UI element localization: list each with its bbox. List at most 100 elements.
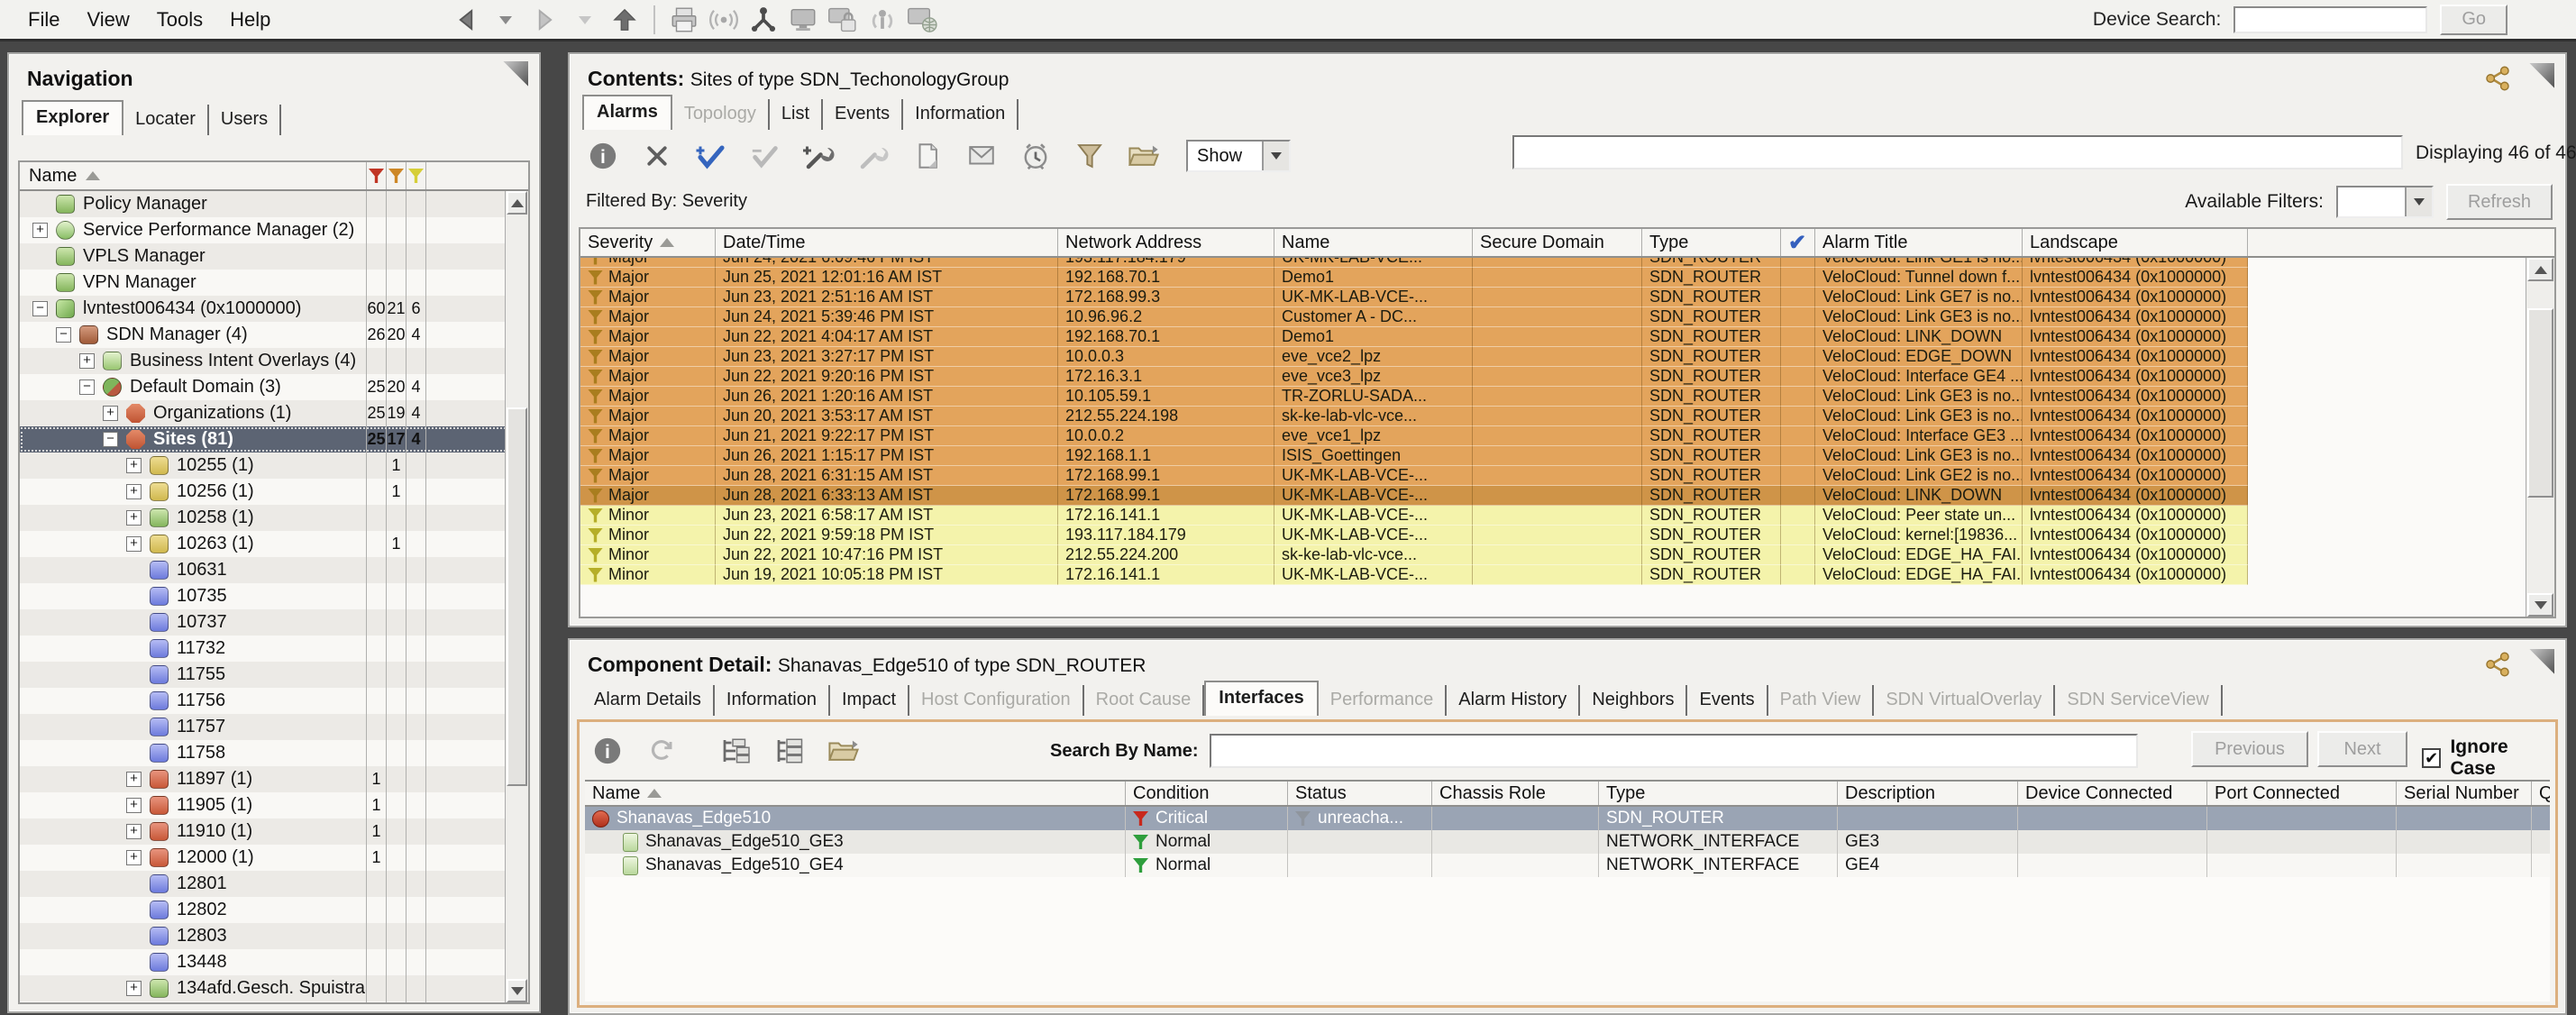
menu-tools[interactable]: Tools [143,8,216,32]
unassign-troubleshooter-icon[interactable] [854,138,892,174]
contents-tab-information[interactable]: Information [903,99,1019,130]
interface-column-header-condition[interactable]: Condition [1126,782,1288,805]
component-tab-sdn-virtualoverlay[interactable]: SDN VirtualOverlay [1874,685,2055,716]
alarm-column-header-secure-domain[interactable]: Secure Domain [1473,229,1642,256]
interface-column-header-device-connected[interactable]: Device Connected [2018,782,2207,805]
unpin-panel-icon[interactable] [2527,649,2554,676]
device-search-go-button[interactable]: Go [2440,5,2507,35]
topology-icon[interactable] [744,3,783,37]
contents-tab-events[interactable]: Events [823,99,903,130]
navigation-tab-locater[interactable]: Locater [123,105,209,135]
expand-icon[interactable]: + [126,458,142,473]
search-by-name-input[interactable] [1210,734,2138,768]
tree-item[interactable]: 11756 [20,688,528,714]
alarm-row[interactable]: MajorJun 24, 2021 6:09:46 PM IST193.117.… [580,258,2524,268]
component-tab-sdn-serviceview[interactable]: SDN ServiceView [2055,685,2222,716]
document-icon[interactable] [909,138,946,174]
interface-column-header-qos-po[interactable]: QoS Po [2532,782,2550,805]
alarm-column-header-alarm-title[interactable]: Alarm Title [1815,229,2023,256]
acknowledge-icon[interactable] [692,138,730,174]
interface-column-header-chassis-role[interactable]: Chassis Role [1432,782,1599,805]
email-icon[interactable] [963,138,1000,174]
tree-item[interactable]: +Service Performance Manager (2) [20,217,528,243]
tree-item[interactable]: +10256 (1)1 [20,479,528,505]
expand-icon[interactable]: + [126,510,142,526]
clear-alarm-icon[interactable] [638,138,676,174]
show-dropdown-button[interactable] [1262,142,1289,170]
component-tab-alarm-history[interactable]: Alarm History [1447,685,1580,716]
expand-icon[interactable]: + [126,484,142,499]
component-tab-host-configuration[interactable]: Host Configuration [909,685,1084,716]
component-tab-information[interactable]: Information [715,685,830,716]
back-arrow-icon[interactable] [446,3,486,37]
component-tab-alarm-details[interactable]: Alarm Details [582,685,715,716]
alarm-row[interactable]: MajorJun 22, 2021 4:04:17 AM IST192.168.… [580,327,2524,347]
alarm-column-header-network-address[interactable]: Network Address [1058,229,1274,256]
info-icon[interactable]: i [589,733,626,769]
minor-severity-column-header[interactable] [406,162,425,189]
component-tab-performance[interactable]: Performance [1319,685,1448,716]
expand-icon[interactable]: + [126,824,142,839]
menu-view[interactable]: View [73,8,142,32]
navigation-tab-users[interactable]: Users [209,105,281,135]
contents-tab-topology[interactable]: Topology [672,99,770,130]
expand-icon[interactable]: + [79,353,95,369]
tree-item[interactable]: +11910 (1)1 [20,818,528,845]
forward-history-dropdown-icon[interactable] [565,3,605,37]
alarm-row[interactable]: MinorJun 23, 2021 6:58:17 AM IST172.16.1… [580,506,2524,526]
tree-item[interactable]: VPLS Manager [20,243,528,270]
alarm-filter-input[interactable] [1512,135,2403,169]
available-filters-dropdown-button[interactable] [2405,187,2432,216]
major-severity-column-header[interactable] [386,162,406,189]
alarm-row[interactable]: MajorJun 28, 2021 6:31:15 AM IST172.168.… [580,466,2524,486]
interface-column-header-name[interactable]: Name [585,782,1126,805]
alarm-row[interactable]: MajorJun 28, 2021 6:33:13 AM IST172.168.… [580,486,2524,506]
alarm-column-header-acknowledge[interactable]: ✔ [1781,229,1815,256]
expand-icon[interactable]: + [126,981,142,996]
alarm-column-header-type[interactable]: Type [1642,229,1781,256]
secure-console-icon[interactable] [823,3,863,37]
collapse-all-icon[interactable] [771,733,808,769]
unpin-panel-icon[interactable] [501,61,528,88]
menu-help[interactable]: Help [216,8,284,32]
scroll-down-button[interactable] [2527,593,2553,617]
next-button[interactable]: Next [2317,731,2407,767]
alarm-row[interactable]: MajorJun 25, 2021 12:01:16 AM IST192.168… [580,268,2524,288]
up-arrow-icon[interactable] [605,3,644,37]
tree-item[interactable]: Policy Manager [20,191,528,217]
expand-icon[interactable]: + [126,772,142,787]
refresh-icon[interactable] [643,733,681,769]
tree-item[interactable]: −Sites (81)25174 [20,426,528,453]
tree-item[interactable]: 12801 [20,871,528,897]
export-icon[interactable] [825,733,863,769]
expand-icon[interactable]: + [126,850,142,865]
expand-icon[interactable]: + [126,536,142,552]
share-link-icon[interactable] [2482,63,2513,94]
tree-item[interactable]: +Organizations (1)25194 [20,400,528,426]
tree-item[interactable]: +11905 (1)1 [20,792,528,818]
tree-name-column-header[interactable]: Name [20,162,366,189]
alarm-row[interactable]: MajorJun 24, 2021 5:39:46 PM IST10.96.96… [580,307,2524,327]
navigation-tree-scrollbar[interactable] [505,191,528,1002]
expand-icon[interactable]: + [126,798,142,813]
unpin-panel-icon[interactable] [2527,63,2554,90]
unacknowledge-icon[interactable] [746,138,784,174]
tree-item[interactable]: +10258 (1) [20,505,528,531]
interface-column-header-type[interactable]: Type [1599,782,1838,805]
interface-row[interactable]: Shanavas_Edge510_GE3NormalNETWORK_INTERF… [585,830,2550,854]
contents-tab-list[interactable]: List [770,99,823,130]
tree-item[interactable]: +10255 (1)1 [20,453,528,479]
broadcast-icon[interactable] [704,3,744,37]
component-tab-neighbors[interactable]: Neighbors [1580,685,1687,716]
share-link-icon[interactable] [2482,649,2513,680]
alarm-row[interactable]: MajorJun 20, 2021 3:53:17 AM IST212.55.2… [580,407,2524,426]
scroll-down-button[interactable] [507,979,527,1002]
tree-item[interactable]: 11757 [20,714,528,740]
alarm-column-header-landscape[interactable]: Landscape [2023,229,2248,256]
interface-row[interactable]: Shanavas_Edge510_GE4NormalNETWORK_INTERF… [585,854,2550,877]
tree-item[interactable]: VPN Manager [20,270,528,296]
alarm-row[interactable]: MinorJun 19, 2021 10:05:18 PM IST172.16.… [580,565,2524,585]
component-tab-impact[interactable]: Impact [830,685,909,716]
alarm-clock-icon[interactable] [1017,138,1055,174]
interface-column-header-serial-number[interactable]: Serial Number [2397,782,2532,805]
